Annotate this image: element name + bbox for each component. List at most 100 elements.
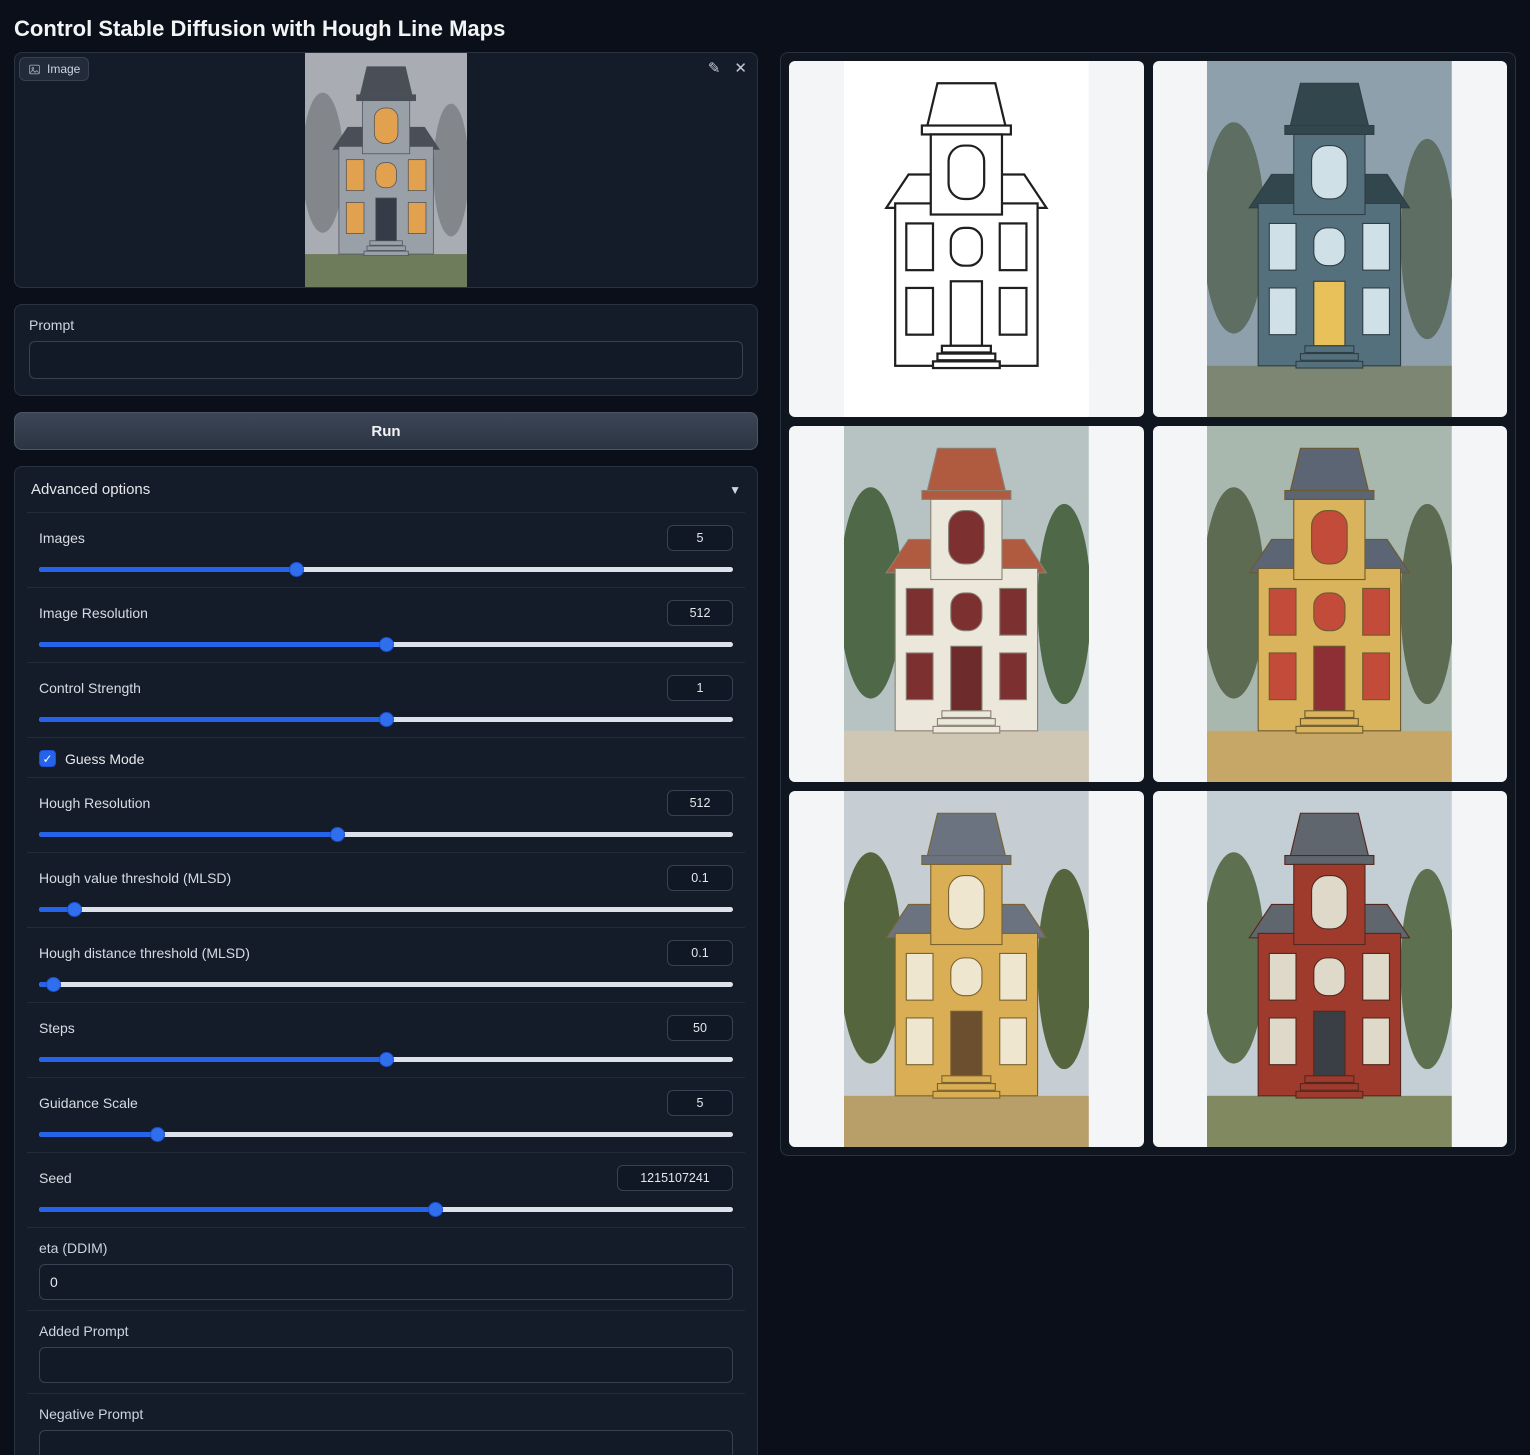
prompt-block: Prompt — [14, 304, 758, 396]
slider-label: Control Strength — [39, 680, 141, 696]
main-layout: Image ✎ ✕ — [0, 52, 1530, 1455]
slider-track[interactable] — [39, 982, 733, 987]
slider-value-input[interactable] — [667, 865, 733, 891]
slider-fill — [39, 567, 296, 572]
image-label-tag: Image — [19, 57, 89, 81]
gallery-item-result-red-house[interactable] — [1153, 791, 1508, 1147]
slider-handle[interactable] — [46, 977, 61, 992]
slider-group-bottom: Hough Resolution Hough value threshold (… — [27, 777, 745, 1227]
slider-control-strength: Control Strength — [27, 662, 745, 737]
image-icon — [28, 63, 41, 76]
slider-value-input[interactable] — [667, 600, 733, 626]
slider-label: Hough distance threshold (MLSD) — [39, 945, 250, 961]
result-gold-house — [844, 791, 1089, 1147]
slider-handle[interactable] — [379, 712, 394, 727]
eta-label: eta (DDIM) — [39, 1240, 733, 1256]
negative-prompt-label: Negative Prompt — [39, 1406, 733, 1422]
slider-fill — [39, 832, 337, 837]
slider-handle[interactable] — [150, 1127, 165, 1142]
slider-handle[interactable] — [330, 827, 345, 842]
result-mustard-house — [1207, 426, 1452, 782]
slider-label: Image Resolution — [39, 605, 148, 621]
gallery-item-result-blue-house[interactable] — [1153, 61, 1508, 417]
hough-line-map — [844, 61, 1089, 417]
slider[interactable] — [39, 976, 733, 992]
guess-mode-row[interactable]: ✓ Guess Mode — [27, 737, 745, 777]
gallery-item-hough-line-map[interactable] — [789, 61, 1144, 417]
advanced-options-panel: Advanced options ▼ Images Image Resoluti… — [14, 466, 758, 1455]
slider-value-input[interactable] — [667, 525, 733, 551]
slider-value-input[interactable] — [667, 940, 733, 966]
slider[interactable] — [39, 636, 733, 652]
negative-prompt-input[interactable] — [39, 1430, 733, 1455]
slider-fill — [39, 642, 386, 647]
run-button[interactable]: Run — [14, 412, 758, 450]
slider-value-input[interactable] — [667, 790, 733, 816]
slider-track[interactable] — [39, 907, 733, 912]
page-title: Control Stable Diffusion with Hough Line… — [0, 0, 1530, 52]
slider-label: Guidance Scale — [39, 1095, 138, 1111]
prompt-input[interactable] — [29, 341, 743, 379]
chevron-down-icon: ▼ — [729, 483, 741, 497]
slider-steps: Steps — [27, 1002, 745, 1077]
advanced-options-header[interactable]: Advanced options ▼ — [15, 467, 757, 512]
result-gallery — [780, 52, 1516, 1156]
slider-guidance-scale: Guidance Scale — [27, 1077, 745, 1152]
slider-value-input[interactable] — [667, 1015, 733, 1041]
gallery-item-result-gold-house[interactable] — [789, 791, 1144, 1147]
guess-mode-checkbox[interactable]: ✓ — [39, 750, 56, 767]
slider-handle[interactable] — [289, 562, 304, 577]
slider[interactable] — [39, 1126, 733, 1142]
slider-label: Images — [39, 530, 85, 546]
slider-value-input[interactable] — [617, 1165, 733, 1191]
slider-value-input[interactable] — [667, 675, 733, 701]
slider-fill — [39, 1057, 386, 1062]
gallery-item-result-white-house[interactable] — [789, 426, 1144, 782]
slider-image-resolution: Image Resolution — [27, 587, 745, 662]
slider-seed: Seed — [27, 1152, 745, 1227]
result-blue-house — [1207, 61, 1452, 417]
image-label: Image — [47, 62, 80, 76]
slider-handle[interactable] — [379, 1052, 394, 1067]
slider-hough-distance-threshold-mlsd: Hough distance threshold (MLSD) — [27, 927, 745, 1002]
added-prompt-row: Added Prompt — [27, 1310, 745, 1393]
slider-label: Steps — [39, 1020, 75, 1036]
slider-label: Seed — [39, 1170, 72, 1186]
prompt-label: Prompt — [29, 317, 743, 333]
guess-mode-label: Guess Mode — [65, 751, 144, 767]
slider-fill — [39, 717, 386, 722]
slider[interactable] — [39, 1201, 733, 1217]
input-house-photo — [305, 52, 467, 288]
image-actions: ✎ ✕ — [706, 59, 749, 78]
slider[interactable] — [39, 711, 733, 727]
slider[interactable] — [39, 561, 733, 577]
slider[interactable] — [39, 901, 733, 917]
negative-prompt-row: Negative Prompt — [27, 1393, 745, 1455]
slider-handle[interactable] — [379, 637, 394, 652]
added-prompt-label: Added Prompt — [39, 1323, 733, 1339]
slider-group-top: Images Image Resolution Control Strength — [27, 512, 745, 737]
image-upload-panel[interactable]: Image ✎ ✕ — [14, 52, 758, 288]
clear-image-button[interactable]: ✕ — [732, 59, 749, 78]
gallery-item-result-mustard-house[interactable] — [1153, 426, 1508, 782]
result-red-house — [1207, 791, 1452, 1147]
slider-images: Images — [27, 512, 745, 587]
slider-handle[interactable] — [67, 902, 82, 917]
slider[interactable] — [39, 1051, 733, 1067]
slider-label: Hough Resolution — [39, 795, 150, 811]
added-prompt-input[interactable] — [39, 1347, 733, 1383]
slider-label: Hough value threshold (MLSD) — [39, 870, 231, 886]
result-white-house — [844, 426, 1089, 782]
eta-row: eta (DDIM) — [27, 1227, 745, 1310]
gallery-grid — [789, 61, 1507, 1147]
advanced-options-title: Advanced options — [31, 481, 150, 498]
slider-value-input[interactable] — [667, 1090, 733, 1116]
advanced-options-body: Images Image Resolution Control Strength — [15, 512, 757, 1455]
edit-image-button[interactable]: ✎ — [706, 59, 723, 78]
slider-fill — [39, 1132, 157, 1137]
eta-input[interactable] — [39, 1264, 733, 1300]
slider-hough-value-threshold-mlsd: Hough value threshold (MLSD) — [27, 852, 745, 927]
uploaded-image — [305, 53, 467, 287]
slider[interactable] — [39, 826, 733, 842]
slider-handle[interactable] — [428, 1202, 443, 1217]
